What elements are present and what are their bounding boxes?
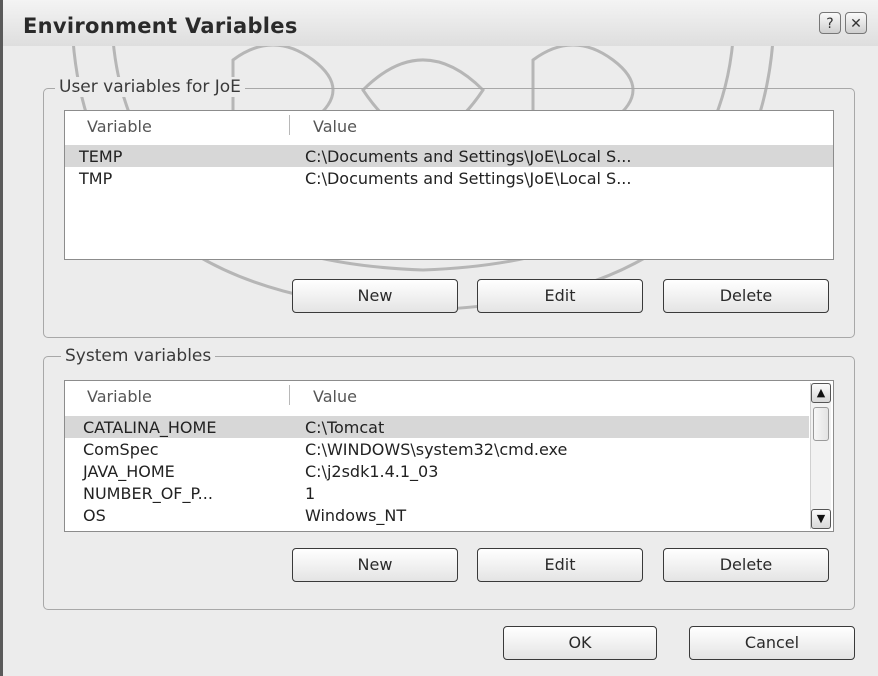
column-header-value[interactable]: Value [313,387,357,406]
vertical-scrollbar[interactable]: ▲ ▼ [810,383,831,529]
user-variables-label: User variables for JoE [55,77,245,97]
list-item[interactable]: CATALINA_HOME C:\Tomcat [65,416,809,438]
user-edit-button[interactable]: Edit [477,279,643,313]
list-item[interactable]: ComSpec C:\WINDOWS\system32\cmd.exe [65,438,833,460]
system-variables-label: System variables [61,346,216,366]
list-header: Variable Value [65,111,833,139]
window-title: Environment Variables [23,14,298,38]
column-header-variable[interactable]: Variable [87,117,152,136]
scrollbar-thumb[interactable] [813,407,829,441]
list-item[interactable]: TEMP C:\Documents and Settings\JoE\Local… [65,145,833,167]
environment-variables-dialog: Environment Variables ? ✕ User variables… [0,0,878,676]
help-icon[interactable]: ? [819,12,841,34]
column-header-value[interactable]: Value [313,117,357,136]
list-header: Variable Value [65,381,833,409]
list-item[interactable]: NUMBER_OF_P... 1 [65,482,833,504]
system-variables-list[interactable]: Variable Value CATALINA_HOME C:\Tomcat C… [64,380,834,532]
user-new-button[interactable]: New [292,279,458,313]
list-item[interactable]: OS Windows_NT [65,504,833,526]
chevron-down-icon[interactable]: ▼ [811,509,831,529]
user-delete-button[interactable]: Delete [663,279,829,313]
system-edit-button[interactable]: Edit [477,548,643,582]
system-new-button[interactable]: New [292,548,458,582]
cancel-button[interactable]: Cancel [689,626,855,660]
system-delete-button[interactable]: Delete [663,548,829,582]
chevron-up-icon[interactable]: ▲ [811,383,831,403]
column-header-variable[interactable]: Variable [87,387,152,406]
user-variables-list[interactable]: Variable Value TEMP C:\Documents and Set… [64,110,834,260]
ok-button[interactable]: OK [503,626,657,660]
title-bar: Environment Variables ? ✕ [3,0,878,46]
list-item[interactable]: JAVA_HOME C:\j2sdk1.4.1_03 [65,460,833,482]
list-item[interactable]: TMP C:\Documents and Settings\JoE\Local … [65,167,833,189]
close-icon[interactable]: ✕ [845,12,867,34]
